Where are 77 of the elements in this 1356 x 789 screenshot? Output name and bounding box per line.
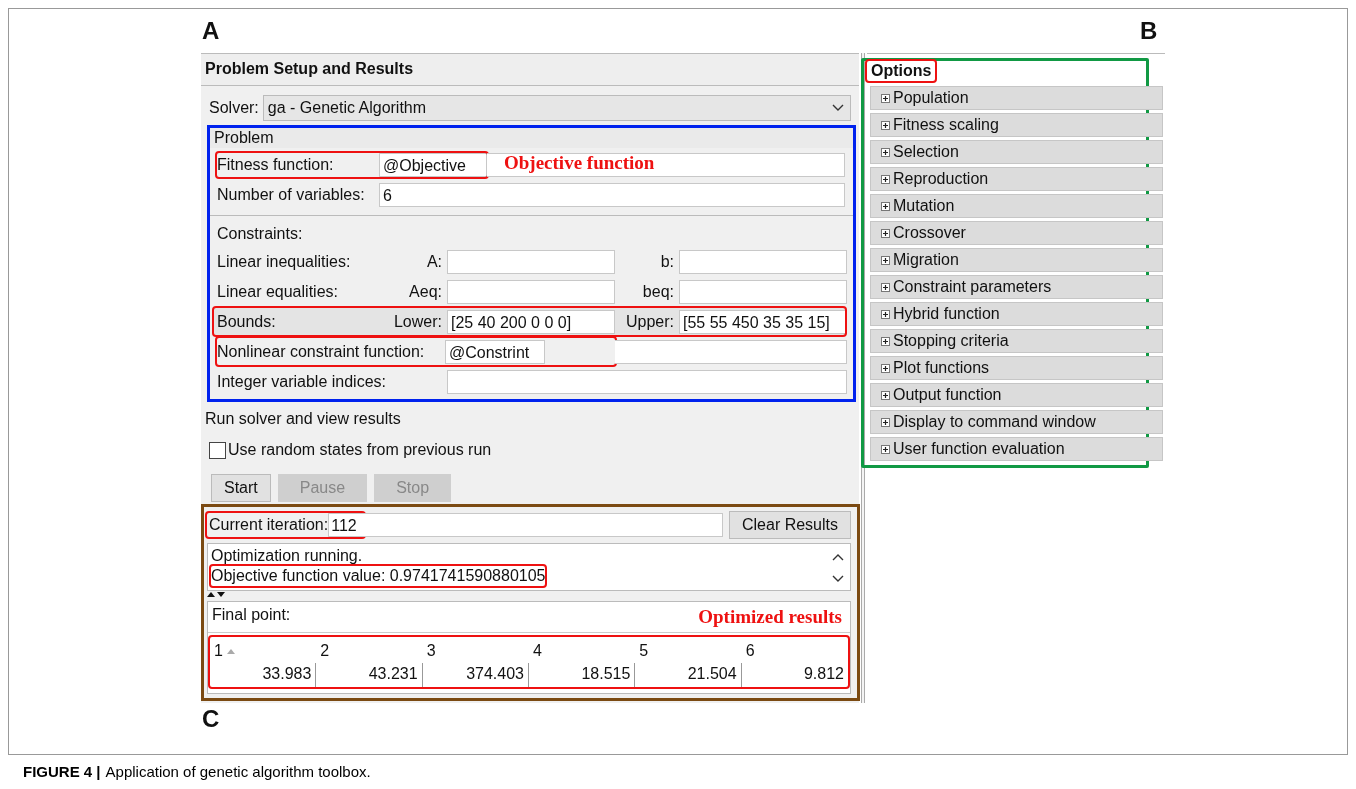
panel-label: C [202, 705, 220, 733]
log-line: Optimization running. [211, 546, 363, 566]
sort-ascending-icon [226, 648, 235, 654]
input-field[interactable]: @Constrint [445, 339, 545, 364]
field-label: Integer variable indices: [217, 372, 387, 391]
panel-label: B [1140, 17, 1158, 45]
column-header[interactable]: 4 [529, 637, 636, 663]
input-field[interactable]: @Objective [379, 152, 487, 177]
input-field[interactable] [447, 249, 615, 274]
input-field[interactable]: [55 55 450 35 35 15] [679, 309, 847, 334]
collapsible-section[interactable]: Migration [870, 248, 1163, 272]
figure-caption: FIGURE 4 | Application of genetic algorithm toolbox. [8, 754, 1348, 788]
collapsible-section[interactable]: Constraint parameters [870, 275, 1163, 299]
input-field[interactable] [447, 279, 615, 304]
field-label: Fitness function: [217, 155, 335, 174]
action-button: Stop [374, 474, 452, 502]
chevron-down-icon [832, 104, 844, 112]
panel-label: A [202, 17, 220, 45]
field-label: b: [659, 252, 675, 271]
collapsible-section[interactable]: Crossover [870, 221, 1163, 245]
collapsible-section[interactable]: Selection [870, 140, 1163, 164]
input-field[interactable] [679, 279, 847, 304]
input-field[interactable] [679, 249, 847, 274]
section-heading: Constraints: [216, 224, 304, 244]
collapsible-section[interactable]: Reproduction [870, 167, 1163, 191]
field-label: Bounds: [217, 312, 277, 331]
panel-title: Options [867, 61, 936, 81]
checkbox[interactable] [209, 441, 226, 459]
column-header[interactable]: 1 [210, 637, 317, 663]
annotation-label: Objective function [504, 152, 655, 174]
solver-dropdown[interactable]: ga - Genetic Algorithm [262, 95, 851, 121]
action-button[interactable]: Start [211, 474, 271, 502]
field-label: beq: [641, 282, 675, 301]
column-header[interactable]: 6 [741, 637, 848, 663]
input-field[interactable]: 6 [379, 182, 845, 207]
section-heading: Run solver and view results [204, 409, 402, 429]
collapsible-section[interactable]: Mutation [870, 194, 1163, 218]
collapsible-section[interactable]: Population [870, 86, 1163, 110]
section-heading: Final point: [212, 606, 291, 625]
table-cell-text: 9.812 [802, 664, 845, 684]
collapsible-section[interactable]: User function evaluation [870, 437, 1163, 461]
column-header[interactable]: 5 [635, 637, 742, 663]
panel-title: Problem Setup and Results [201, 53, 859, 86]
collapsible-section[interactable]: Hybrid function [870, 302, 1163, 326]
splitter-arrows-icon [207, 591, 227, 597]
collapsible-section[interactable]: Display to command window [870, 410, 1163, 434]
column-header[interactable]: 2 [316, 637, 423, 663]
collapsible-section[interactable]: Stopping criteria [870, 329, 1163, 353]
field-label: Upper: [624, 312, 675, 331]
input-field[interactable] [447, 369, 847, 394]
table-cell: 374.403 [422, 663, 529, 687]
collapsible-section[interactable]: Fitness scaling [870, 113, 1163, 137]
table-cell: 21.504 [635, 663, 742, 687]
checkbox-option[interactable]: Use random states from previous run [201, 434, 859, 466]
field-label: Number of variables: [217, 185, 366, 204]
field-label: Aeq: [408, 282, 443, 301]
section-heading: Problem [210, 128, 853, 148]
field-label: Linear inequalities: [217, 252, 352, 271]
field-label: Nonlinear constraint function: [217, 342, 426, 361]
log-line: Objective function value: 0.9741741590880105 [211, 566, 546, 586]
annotation-label: Optimized results [698, 606, 842, 629]
field-label: Solver: [209, 99, 259, 117]
scroll-down-icon [832, 575, 844, 583]
table-cell: 43.231 [316, 663, 423, 687]
table-cell: 33.983 [210, 663, 317, 687]
table-cell: 18.515 [529, 663, 636, 687]
field-label: A: [425, 252, 443, 271]
collapsible-section[interactable]: Output function [870, 383, 1163, 407]
field-label: Lower: [392, 312, 443, 331]
clear-results-button[interactable]: Clear Results [728, 511, 851, 539]
column-header[interactable]: 3 [422, 637, 529, 663]
input-field[interactable]: [25 40 200 0 0 0] [447, 309, 615, 334]
field-label: Linear equalities: [217, 282, 339, 301]
field-label: Current iteration: [209, 516, 329, 534]
scroll-up-icon [832, 553, 844, 561]
action-button: Pause [277, 474, 368, 502]
collapsible-section[interactable]: Plot functions [870, 356, 1163, 380]
